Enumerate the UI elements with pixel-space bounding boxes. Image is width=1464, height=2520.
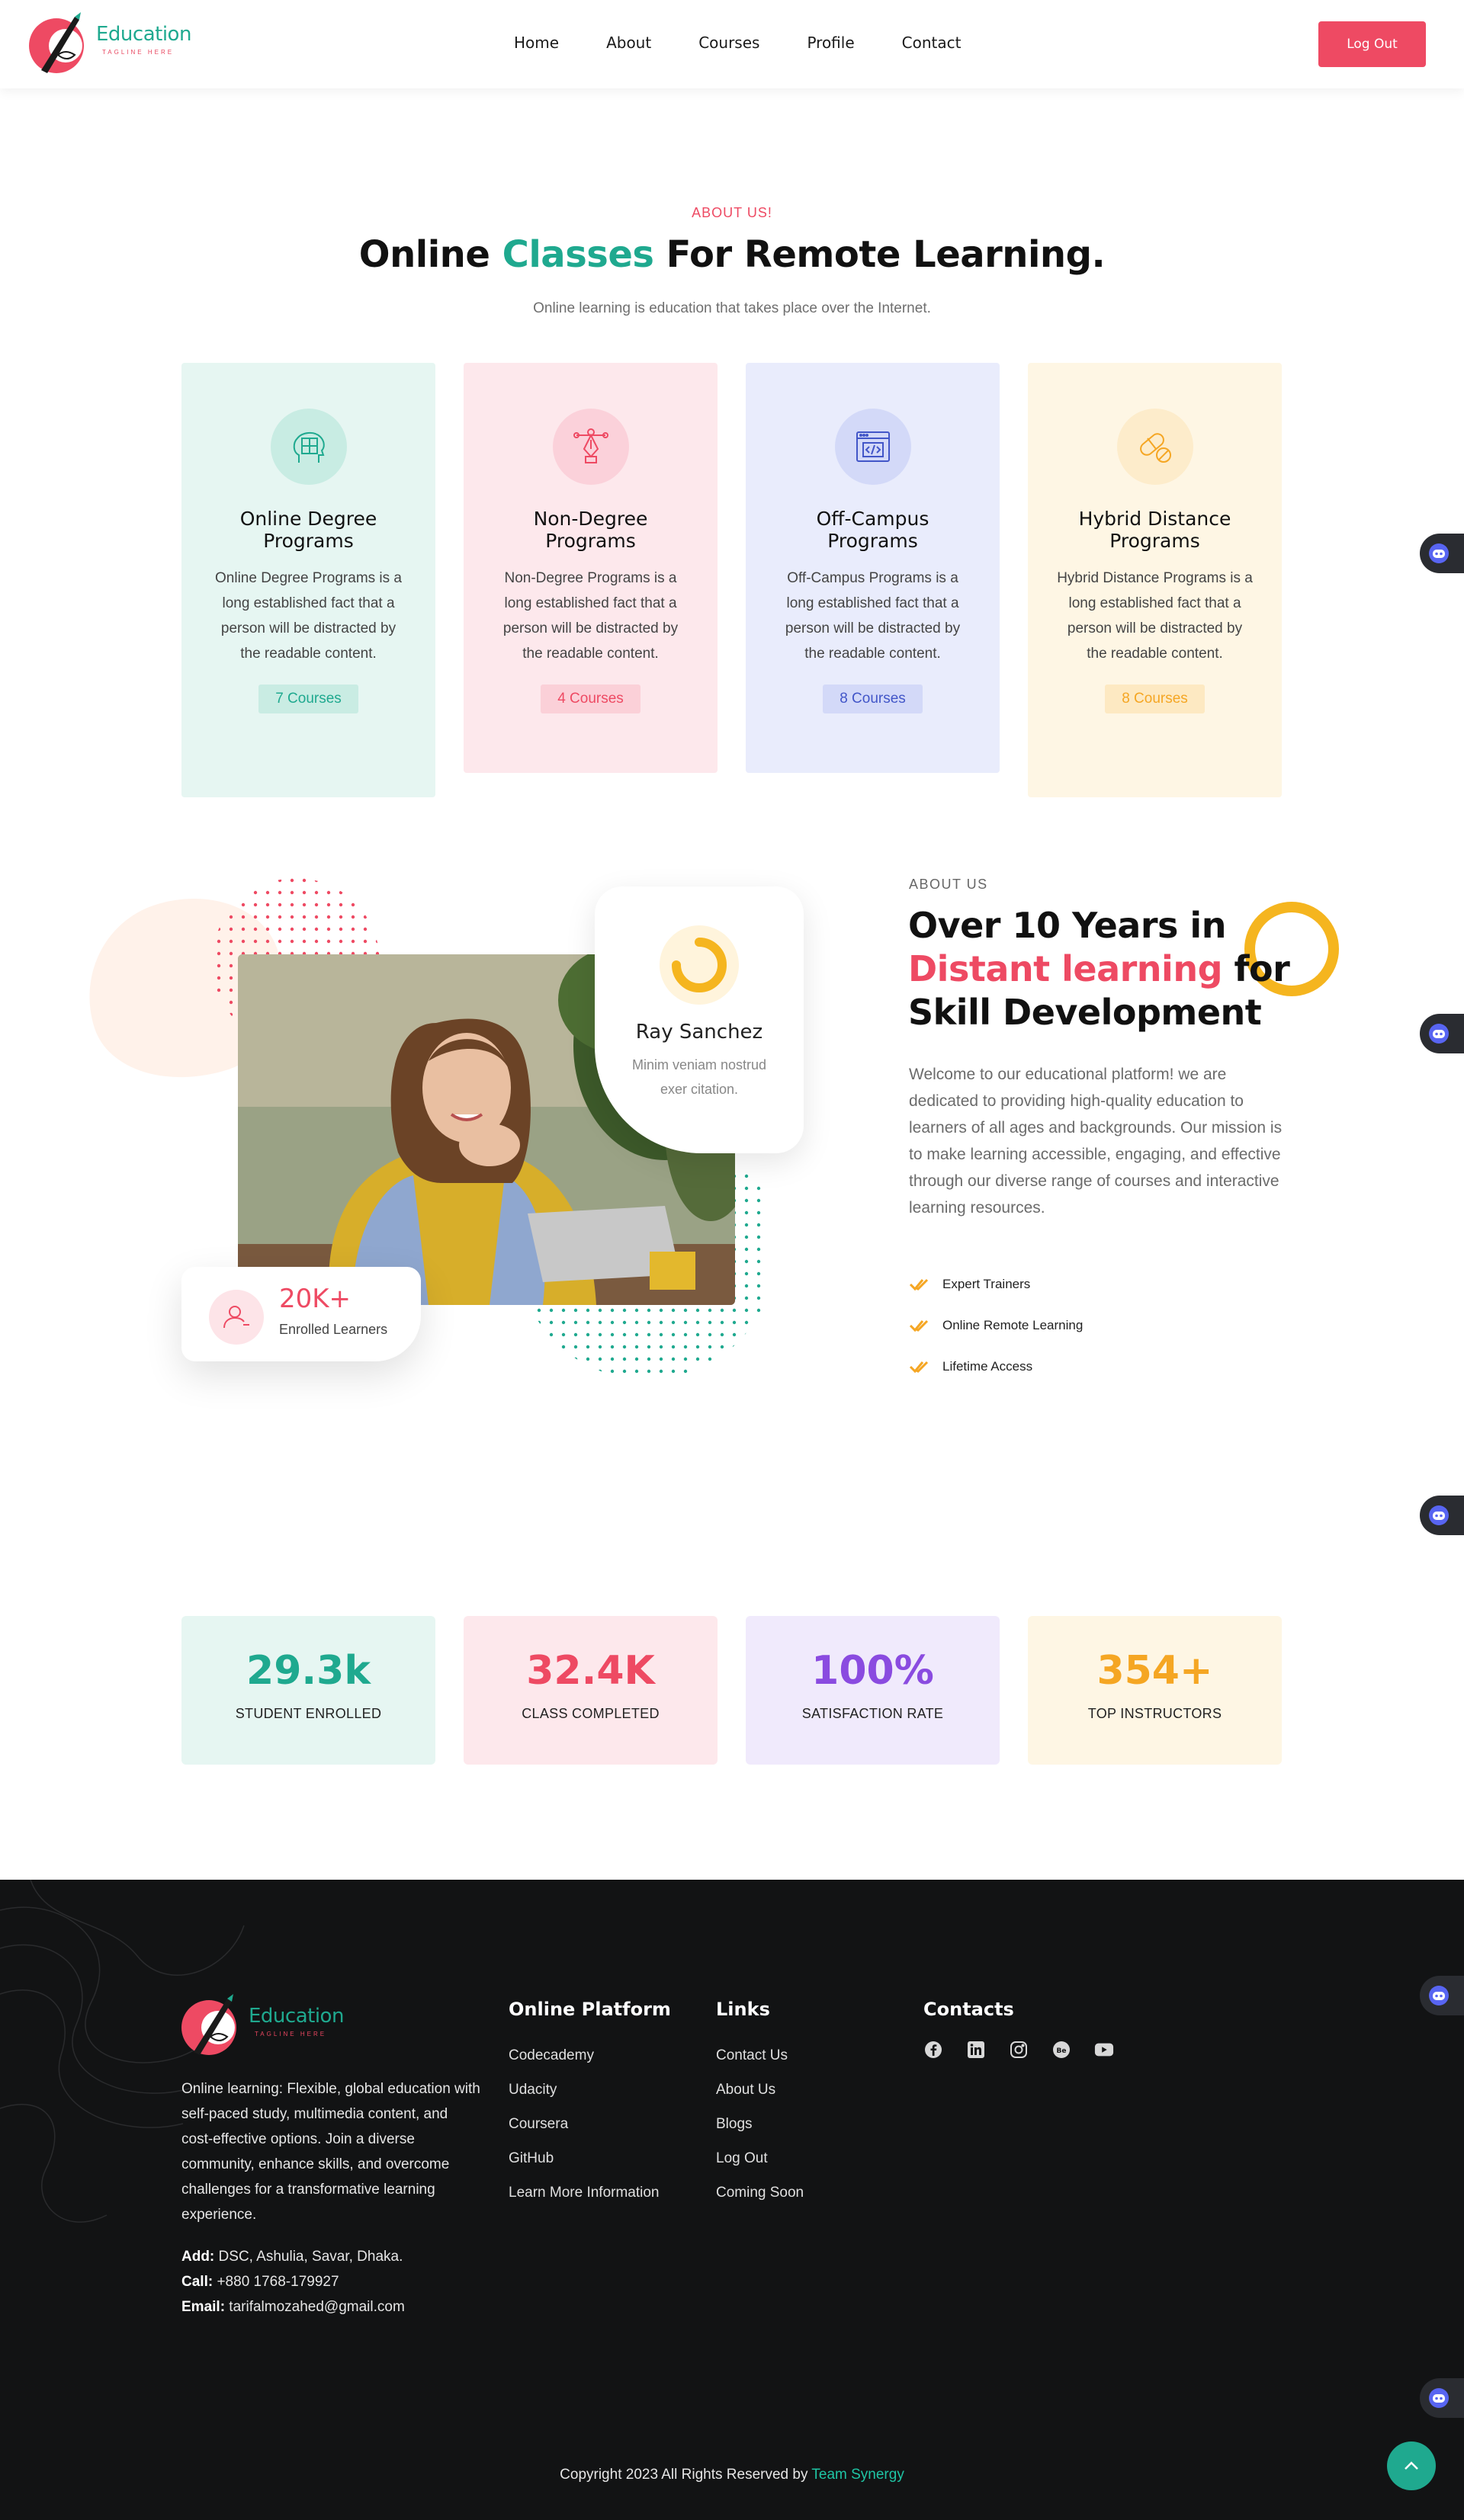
link-codecademy[interactable]: Codecademy bbox=[509, 2047, 594, 2063]
team-link[interactable]: Team Synergy bbox=[811, 2467, 904, 2483]
copyright: Copyright 2023 All Rights Reserved by Te… bbox=[0, 2467, 1464, 2483]
nav-contact[interactable]: Contact bbox=[902, 34, 962, 52]
footer-logo-tagline: TAGLINE HERE bbox=[255, 2030, 327, 2037]
code-window-icon bbox=[856, 431, 890, 462]
link-log-out[interactable]: Log Out bbox=[716, 2150, 768, 2166]
course-count-badge[interactable]: 7 Courses bbox=[258, 685, 358, 713]
platform-column-title: Online Platform bbox=[509, 1999, 671, 2020]
call-value: +880 1768-179927 bbox=[213, 2274, 339, 2290]
site-footer: Education TAGLINE HERE Online learning: … bbox=[0, 1880, 1464, 2520]
instagram-icon[interactable] bbox=[1009, 2040, 1029, 2060]
footer-logo-name: Education bbox=[249, 2004, 344, 2028]
program-card-online-degree[interactable]: Online Degree Programs Online Degree Pro… bbox=[181, 363, 435, 797]
title-accent: Classes bbox=[502, 233, 654, 276]
program-title: Online Degree Programs bbox=[239, 508, 377, 552]
chat-bot-tab[interactable] bbox=[1420, 1496, 1464, 1535]
youtube-icon[interactable] bbox=[1094, 2040, 1114, 2060]
link-udacity[interactable]: Udacity bbox=[509, 2082, 557, 2098]
course-count-badge[interactable]: 4 Courses bbox=[541, 685, 640, 713]
link-about-us[interactable]: About Us bbox=[716, 2082, 775, 2098]
main-nav: Home About Courses Profile Contact bbox=[514, 0, 1008, 85]
bot-icon bbox=[1429, 1505, 1449, 1525]
logo-mark-icon bbox=[181, 1994, 236, 2055]
program-desc: Hybrid Distance Programs is a long estab… bbox=[1057, 570, 1253, 662]
nav-home[interactable]: Home bbox=[514, 34, 559, 52]
course-count-badge[interactable]: 8 Courses bbox=[1105, 685, 1205, 713]
footer-about-text: Online learning: Flexible, global educat… bbox=[181, 2081, 480, 2223]
logo-tagline: TAGLINE HERE bbox=[102, 48, 175, 56]
link-coursera[interactable]: Coursera bbox=[509, 2116, 568, 2132]
program-card-non-degree[interactable]: Non-Degree Programs Non-Degree Programs … bbox=[464, 363, 718, 773]
nav-courses[interactable]: Courses bbox=[698, 34, 759, 52]
footer-logo[interactable]: Education TAGLINE HERE bbox=[180, 1993, 344, 2058]
bot-icon bbox=[1429, 543, 1449, 563]
logout-button[interactable]: Log Out bbox=[1318, 21, 1426, 67]
chat-bot-tab[interactable] bbox=[1420, 1976, 1464, 2015]
pen-tool-icon bbox=[573, 428, 608, 463]
logo-name: Education bbox=[96, 22, 191, 46]
programs-section: ABOUT US! Online Classes For Remote Lear… bbox=[0, 88, 1464, 851]
address-label: Add: bbox=[181, 2249, 215, 2265]
bot-icon bbox=[1429, 1986, 1449, 2005]
brain-puzzle-icon bbox=[293, 432, 325, 463]
course-count-badge[interactable]: 8 Courses bbox=[823, 685, 923, 713]
prog-icon-wrap bbox=[834, 409, 911, 485]
program-desc: Off-Campus Programs is a long establishe… bbox=[785, 570, 961, 662]
prog-icon-wrap bbox=[1116, 409, 1193, 485]
dribbble-icon[interactable]: Be bbox=[1051, 2040, 1071, 2060]
site-logo[interactable]: Education TAGLINE HERE bbox=[27, 11, 191, 76]
site-header: Education TAGLINE HERE Home About Course… bbox=[0, 0, 1464, 88]
bot-icon bbox=[1429, 1024, 1449, 1044]
call-line: Call: +880 1768-179927 bbox=[181, 2269, 405, 2294]
programs-eyebrow: ABOUT US! bbox=[692, 205, 772, 220]
link-contact-us[interactable]: Contact Us bbox=[716, 2047, 788, 2063]
chat-bot-tab[interactable] bbox=[1420, 2378, 1464, 2418]
link-blogs[interactable]: Blogs bbox=[716, 2116, 753, 2132]
link-learn-more[interactable]: Learn More Information bbox=[509, 2185, 660, 2201]
scroll-to-top-button[interactable] bbox=[1387, 2441, 1436, 2490]
linkedin-icon[interactable] bbox=[966, 2040, 986, 2060]
program-title: Non-Degree Programs bbox=[533, 508, 648, 552]
links-column-title: Links bbox=[716, 1999, 770, 2020]
link-github[interactable]: GitHub bbox=[509, 2150, 554, 2166]
email-value: tarifalmozahed@gmail.com bbox=[225, 2299, 405, 2315]
bot-icon bbox=[1429, 2388, 1449, 2408]
logo-mark-icon bbox=[29, 12, 84, 73]
footer-contact-info: Add: DSC, Ashulia, Savar, Dhaka. Call: +… bbox=[181, 2244, 405, 2320]
link-coming-soon[interactable]: Coming Soon bbox=[716, 2185, 804, 2201]
nav-about[interactable]: About bbox=[606, 34, 651, 52]
pill-icon bbox=[1139, 433, 1171, 463]
program-desc: Online Degree Programs is a long establi… bbox=[215, 570, 402, 662]
quick-links: Contact Us About Us Blogs Log Out Coming… bbox=[716, 2038, 804, 2210]
email-line: Email: tarifalmozahed@gmail.com bbox=[181, 2294, 405, 2320]
nav-profile[interactable]: Profile bbox=[807, 34, 854, 52]
chat-bot-tab[interactable] bbox=[1420, 1014, 1464, 1053]
email-label: Email: bbox=[181, 2299, 226, 2315]
platform-links: Codecademy Udacity Coursera GitHub Learn… bbox=[509, 2038, 660, 2210]
program-card-off-campus[interactable]: Off-Campus Programs Off-Campus Programs … bbox=[746, 363, 1000, 773]
facebook-icon[interactable] bbox=[923, 2040, 943, 2060]
social-links: Be bbox=[923, 2040, 1137, 2060]
title-pre: Online bbox=[358, 233, 502, 276]
address-line: Add: DSC, Ashulia, Savar, Dhaka. bbox=[181, 2244, 405, 2269]
prog-icon-wrap bbox=[552, 409, 629, 485]
program-desc: Non-Degree Programs is a long establishe… bbox=[502, 570, 679, 662]
address-value: DSC, Ashulia, Savar, Dhaka. bbox=[214, 2249, 403, 2265]
program-title: Hybrid Distance Programs bbox=[1078, 508, 1231, 552]
page-spacer bbox=[0, 851, 1464, 1846]
programs-subtitle: Online learning is education that takes … bbox=[533, 300, 931, 316]
program-card-hybrid-distance[interactable]: Hybrid Distance Programs Hybrid Distance… bbox=[1028, 363, 1282, 797]
program-title: Off-Campus Programs bbox=[816, 508, 929, 552]
call-label: Call: bbox=[181, 2274, 214, 2290]
contacts-column-title: Contacts bbox=[923, 1999, 1014, 2020]
copyright-text: Copyright 2023 All Rights Reserved by bbox=[560, 2467, 812, 2483]
title-post: For Remote Learning. bbox=[653, 233, 1106, 276]
programs-title: Online Classes For Remote Learning. bbox=[0, 233, 1464, 276]
prog-icon-wrap bbox=[270, 409, 347, 485]
svg-text:Be: Be bbox=[1057, 2047, 1067, 2055]
chevron-up-icon bbox=[1405, 2461, 1418, 2470]
chat-bot-tab[interactable] bbox=[1420, 534, 1464, 573]
